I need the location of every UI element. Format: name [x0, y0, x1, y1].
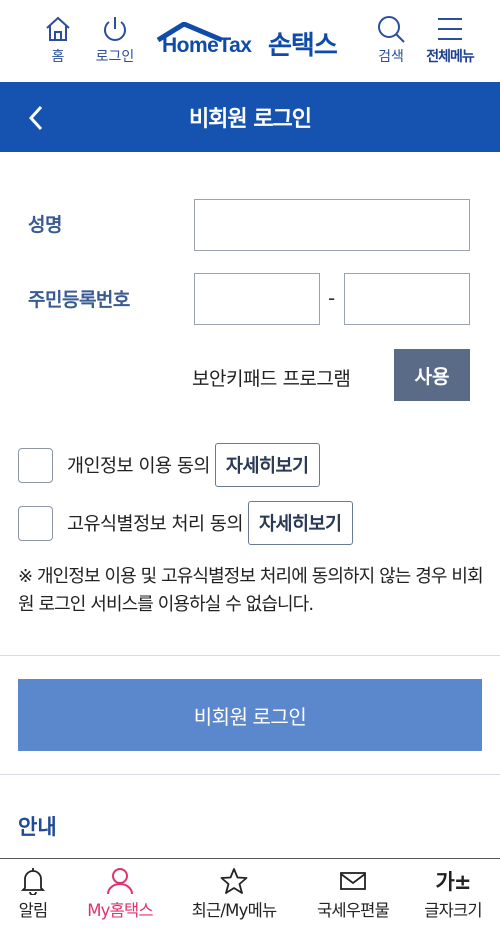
- nav-label: 알림: [18, 901, 49, 920]
- name-label: 성명: [28, 214, 62, 236]
- nav-font-size[interactable]: 가± 글자크기: [415, 867, 491, 921]
- rrn-back-input[interactable]: [344, 273, 470, 325]
- divider: [0, 774, 500, 775]
- nav-label: 국세우편물: [317, 901, 390, 920]
- login-label: 로그인: [95, 49, 135, 65]
- mail-icon: [340, 872, 366, 890]
- name-input[interactable]: [194, 199, 470, 251]
- consent-row-identifier: 고유식별정보 처리 동의 자세히보기: [18, 501, 353, 545]
- home-icon: [46, 16, 70, 41]
- rrn-dash: -: [328, 286, 336, 310]
- identifier-consent-label: 고유식별정보 처리 동의: [67, 514, 243, 535]
- nav-my-hometax[interactable]: My홈택스: [78, 867, 162, 921]
- nav-label: 글자크기: [424, 901, 482, 920]
- bell-icon: [20, 868, 46, 895]
- nav-recent-menu[interactable]: 최근/My메뉴: [184, 867, 284, 921]
- menu-label: 전체메뉴: [426, 49, 475, 65]
- nav-tax-mail[interactable]: 국세우편물: [307, 867, 399, 921]
- person-icon: [107, 868, 133, 895]
- hamburger-icon: [438, 18, 462, 40]
- home-button[interactable]: 홈: [40, 14, 76, 66]
- search-button[interactable]: 검색: [370, 14, 412, 66]
- consent-row-privacy: 개인정보 이용 동의 자세히보기: [18, 443, 320, 487]
- identifier-detail-button[interactable]: 자세히보기: [247, 501, 353, 545]
- hometax-logo[interactable]: HomeTax 손택스: [156, 22, 352, 62]
- power-icon: [104, 17, 126, 41]
- top-bar: 홈 로그인 HomeTax 손택스 검색 전체메뉴: [0, 0, 500, 82]
- privacy-detail-button[interactable]: 자세히보기: [214, 443, 320, 487]
- nav-label: My홈택스: [87, 901, 153, 920]
- consent-notice: ※ 개인정보 이용 및 고유식별정보 처리에 동의하지 않는 경우 비회원 로그…: [18, 566, 484, 615]
- nav-notifications[interactable]: 알림: [10, 867, 56, 921]
- star-icon: [220, 868, 248, 894]
- logo-korean: 손택스: [268, 31, 338, 61]
- privacy-consent-label: 개인정보 이용 동의: [67, 456, 210, 477]
- guest-login-button[interactable]: 비회원 로그인: [18, 679, 482, 751]
- search-label: 검색: [378, 49, 404, 65]
- logo-text: HomeTax: [162, 34, 252, 57]
- font-size-icon: 가±: [435, 870, 472, 894]
- privacy-consent-checkbox[interactable]: [18, 447, 53, 483]
- identifier-consent-checkbox[interactable]: [18, 505, 53, 541]
- guide-title: 안내: [18, 815, 57, 839]
- login-button[interactable]: 로그인: [90, 14, 140, 66]
- page-header: 비회원 로그인: [0, 82, 500, 152]
- rrn-label: 주민등록번호: [28, 289, 130, 311]
- home-label: 홈: [51, 49, 65, 65]
- keypad-use-button[interactable]: 사용: [394, 349, 470, 401]
- page-title: 비회원 로그인: [188, 107, 312, 132]
- divider: [0, 655, 500, 656]
- rrn-front-input[interactable]: [194, 273, 320, 325]
- search-icon: [378, 16, 405, 43]
- keypad-label: 보안키패드 프로그램: [192, 368, 351, 390]
- nav-label: 최근/My메뉴: [191, 901, 277, 920]
- full-menu-button[interactable]: 전체메뉴: [418, 14, 482, 66]
- bottom-nav: 알림 My홈택스 최근/My메뉴 국세우편물 가± 글자크기: [0, 858, 500, 928]
